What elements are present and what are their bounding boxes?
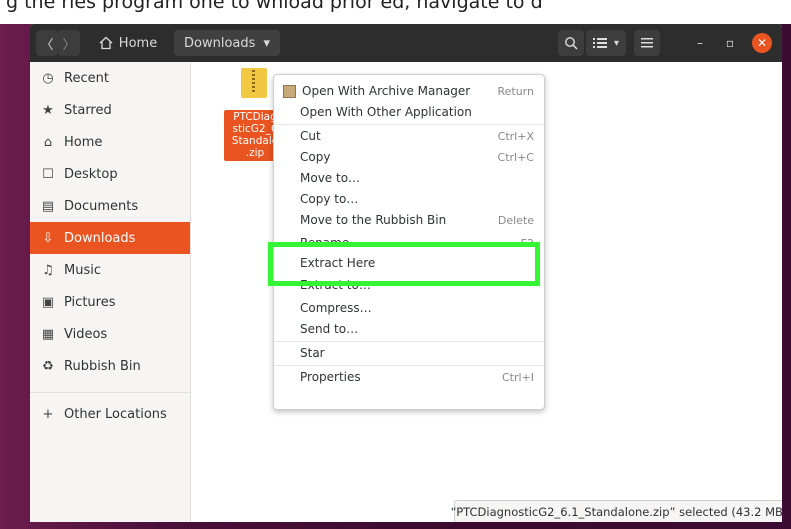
sidebar-item-starred[interactable]: ★ Starred (30, 94, 190, 126)
minimize-icon: – (697, 36, 703, 50)
star-icon: ★ (42, 102, 54, 118)
sidebar-item-music[interactable]: ♫ Music (30, 254, 190, 286)
menu-separator (274, 365, 544, 366)
breadcrumb-downloads[interactable]: Downloads ▾ (174, 30, 280, 56)
sidebar-item-recent[interactable]: ◷ Recent (30, 62, 190, 94)
status-text: “PTCDiagnosticG2_6.1_Standalone.zip” sel… (450, 505, 782, 519)
sidebar-item-label: Documents (64, 198, 139, 214)
breadcrumb-home-label: Home (118, 35, 158, 51)
list-view-icon (592, 38, 607, 48)
plus-icon: + (42, 406, 54, 422)
menu-item-label: Send to… (300, 322, 359, 336)
forward-button[interactable]: 〉 (58, 30, 80, 56)
menu-button[interactable] (634, 30, 660, 56)
sidebar-item-label: Recent (64, 70, 109, 86)
sidebar-item-label: Starred (64, 102, 112, 118)
sidebar-item-label: Home (64, 134, 103, 150)
menu-item-label: Copy to… (300, 192, 359, 206)
document-icon: ▤ (41, 198, 55, 214)
minimize-button[interactable]: – (690, 33, 710, 53)
sidebar-item-downloads[interactable]: ⇩ Downloads (30, 222, 190, 254)
forward-icon: 〉 (62, 37, 76, 53)
close-button[interactable]: ✕ (752, 33, 772, 53)
menu-item-label: Star (300, 346, 325, 360)
menu-item-send-to[interactable]: Send to… (300, 319, 538, 339)
view-options-button[interactable]: ▾ (586, 30, 626, 56)
desktop-icon: ☐ (42, 166, 54, 182)
sidebar-item-other-locations[interactable]: + Other Locations (30, 398, 190, 430)
sidebar-item-desktop[interactable]: ☐ Desktop (30, 158, 190, 190)
header-bar: 〈 〉 Home Downloads ▾ ▾ – ▫ ✕ (30, 24, 782, 62)
sidebar-item-pictures[interactable]: ▣ Pictures (30, 286, 190, 318)
menu-item-label: Compress… (300, 301, 372, 315)
menu-item-shortcut: Return (497, 84, 534, 98)
clock-icon: ◷ (42, 70, 54, 86)
menu-item-copy[interactable]: Copy Ctrl+C (300, 147, 538, 167)
sidebar-item-label: Rubbish Bin (64, 358, 141, 374)
menu-item-shortcut: Ctrl+C (497, 150, 534, 164)
sidebar-item-videos[interactable]: ▦ Videos (30, 318, 190, 350)
videos-icon: ▦ (41, 326, 55, 342)
sidebar-item-home[interactable]: ⌂ Home (30, 126, 190, 158)
chevron-down-icon: ▾ (613, 37, 620, 49)
menu-item-label: Open With Archive Manager (302, 84, 471, 98)
pictures-icon: ▣ (41, 294, 55, 310)
menu-item-properties[interactable]: Properties Ctrl+I (300, 367, 538, 387)
zip-archive-icon[interactable] (241, 68, 267, 98)
menu-item-label: Cut (300, 129, 321, 143)
home-icon (99, 36, 113, 50)
menu-item-move-to-rubbish-bin[interactable]: Move to the Rubbish Bin Delete (300, 210, 538, 230)
document-text-strip: g the ries program one to wnload prior e… (0, 0, 791, 24)
menu-item-label: Copy (300, 150, 331, 164)
archive-manager-icon (283, 84, 296, 98)
menu-item-shortcut: Delete (497, 213, 534, 227)
close-icon: ✕ (756, 36, 768, 50)
breadcrumb-home[interactable]: Home (88, 30, 168, 56)
status-bar: “PTCDiagnosticG2_6.1_Standalone.zip” sel… (450, 500, 782, 522)
download-icon: ⇩ (42, 230, 54, 246)
menu-item-label: Properties (300, 370, 361, 384)
menu-item-compress[interactable]: Compress… (300, 298, 538, 318)
maximize-button[interactable]: ▫ (720, 33, 740, 53)
sidebar-divider (30, 392, 190, 393)
zipper-decoration (252, 70, 255, 92)
sidebar-item-label: Videos (64, 326, 108, 342)
menu-item-shortcut: Ctrl+X (497, 129, 534, 143)
menu-item-cut[interactable]: Cut Ctrl+X (300, 126, 538, 146)
sidebar-item-label: Desktop (64, 166, 118, 182)
places-sidebar: ◷ Recent ★ Starred ⌂ Home ☐ Desktop ▤ Do… (30, 62, 191, 522)
menu-item-label: Move to… (300, 171, 361, 185)
back-button[interactable]: 〈 (36, 30, 58, 56)
caption-text: g the ries program one to wnload prior e… (6, 0, 543, 13)
sidebar-item-label: Pictures (64, 294, 116, 310)
menu-item-label: Move to the Rubbish Bin (300, 213, 447, 227)
menu-item-star[interactable]: Star (300, 343, 538, 363)
menu-item-copy-to[interactable]: Copy to… (300, 189, 538, 209)
back-icon: 〈 (40, 37, 54, 53)
sidebar-item-label: Other Locations (64, 406, 167, 422)
sidebar-item-documents[interactable]: ▤ Documents (30, 190, 190, 222)
maximize-icon: ▫ (725, 36, 735, 50)
search-button[interactable] (558, 30, 584, 56)
breadcrumb-downloads-label: Downloads (184, 35, 256, 51)
music-icon: ♫ (42, 262, 54, 278)
search-icon (565, 37, 578, 50)
trash-icon: ♻ (42, 358, 54, 374)
menu-item-move-to[interactable]: Move to… (300, 168, 538, 188)
chevron-down-icon: ▾ (263, 35, 270, 51)
menu-item-open-other-application[interactable]: Open With Other Application (300, 102, 538, 122)
menu-item-label: Open With Other Application (300, 105, 472, 119)
sidebar-item-label: Downloads (64, 230, 136, 246)
sidebar-item-label: Music (64, 262, 101, 278)
extract-here-highlight-box (268, 242, 540, 286)
home-icon: ⌂ (43, 134, 53, 150)
sidebar-item-rubbish-bin[interactable]: ♻ Rubbish Bin (30, 350, 190, 382)
hamburger-icon (641, 38, 653, 48)
menu-separator (274, 124, 544, 125)
menu-item-shortcut: Ctrl+I (501, 370, 534, 384)
menu-separator (274, 341, 544, 342)
menu-item-open-archive-manager[interactable]: Open With Archive Manager Return (283, 81, 538, 101)
